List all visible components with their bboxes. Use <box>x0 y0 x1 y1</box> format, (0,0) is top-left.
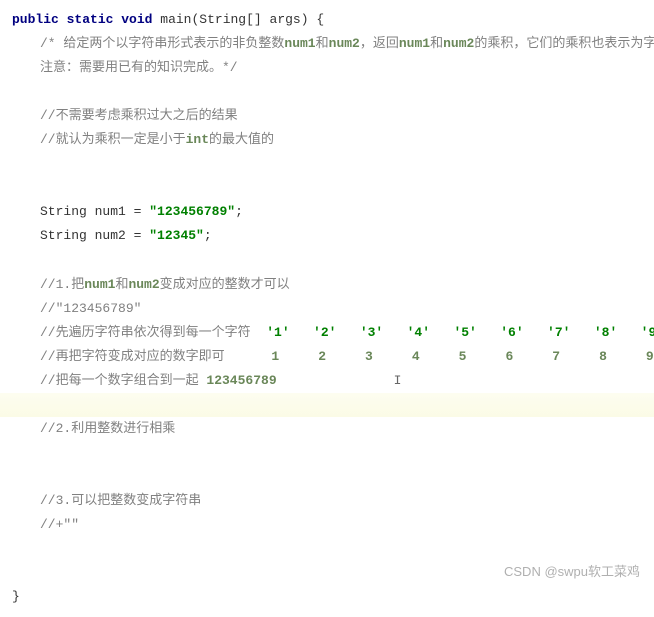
step1-map: //再把字符变成对应的数字即可 1 2 3 4 5 6 7 8 9 <box>40 345 642 369</box>
blank-line <box>40 152 642 176</box>
blank-line <box>40 80 642 104</box>
doc-comment-line1: /* 给定两个以字符串形式表示的非负整数num1和num2，返回num1和num… <box>40 32 642 56</box>
text-caret-icon: I <box>394 373 402 388</box>
close-brace: } <box>12 585 642 609</box>
step1-title: //1.把num1和num2变成对应的整数才可以 <box>40 273 642 297</box>
active-line[interactable] <box>0 393 654 417</box>
decl-num1: String num1 = "123456789"; <box>40 200 642 224</box>
blank-line <box>40 248 642 272</box>
blank-line <box>40 537 642 561</box>
blank-line <box>40 441 642 465</box>
doc-comment-line2: 注意：需要用已有的知识完成。*/ <box>40 56 642 80</box>
step2: //2.利用整数进行相乘 <box>40 417 642 441</box>
method-signature: public static void main(String[] args) { <box>12 8 642 32</box>
blank-line <box>40 465 642 489</box>
concat-comment: //+"" <box>40 513 642 537</box>
step1-example: //"123456789" <box>40 297 642 321</box>
watermark: CSDN @swpu软工菜鸡 <box>504 560 640 584</box>
step1-combine: //把每一个数字组合到一起 123456789 I <box>40 369 642 393</box>
comment-no-overflow: //不需要考虑乘积过大之后的结果 <box>40 104 642 128</box>
comment-int-max: //就认为乘积一定是小于int的最大值的 <box>40 128 642 152</box>
step3: //3.可以把整数变成字符串 <box>40 489 642 513</box>
blank-line <box>40 176 642 200</box>
step1-iterate: //先遍历字符串依次得到每一个字符 '1' '2' '3' '4' '5' '6… <box>40 321 642 345</box>
decl-num2: String num2 = "12345"; <box>40 224 642 248</box>
